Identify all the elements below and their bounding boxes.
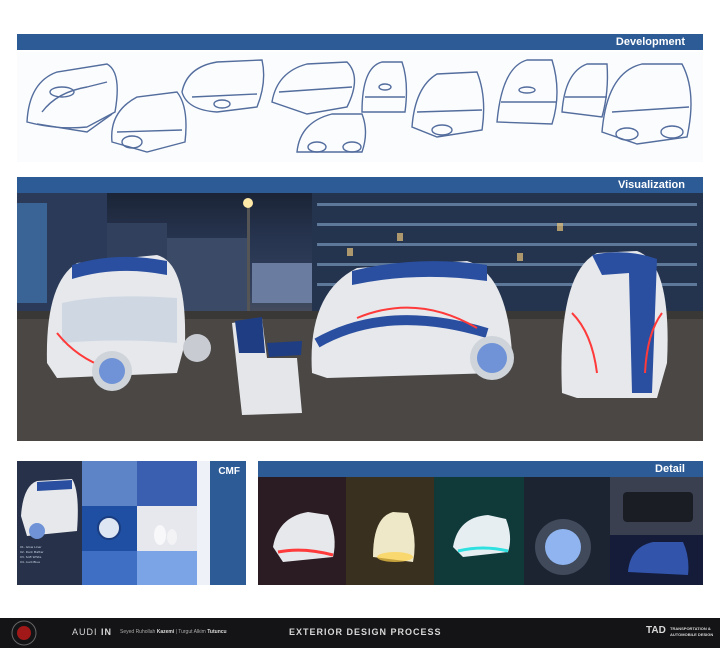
cmf-panel: 01. Glow Liner 02. Dark Matter 03. Soft … <box>17 461 246 585</box>
city-night-render <box>17 193 703 441</box>
footer-brand-suffix: IN <box>101 627 113 637</box>
detail-title: Detail <box>655 463 685 475</box>
footer-brand-name: AUDI <box>72 627 98 637</box>
visualization-title: Visualization <box>617 179 685 191</box>
cmf-side-bar: CMF <box>210 461 246 585</box>
sketch-drawings <box>26 59 692 153</box>
credit-separator: | <box>175 629 177 635</box>
development-sketches <box>17 52 703 162</box>
school-name: TRANSPORTATION & AUTOMOBILE DESIGN <box>670 626 713 638</box>
school-name-line: AUTOMOBILE DESIGN <box>670 632 714 637</box>
school-logo: TAD <box>646 625 666 636</box>
cmf-caption-line: 04. Audi Blue <box>20 560 41 564</box>
cmf-title: CMF <box>218 466 240 477</box>
visualization-header: Visualization <box>17 177 703 193</box>
footer-credits: Seyed Ruhollah Kazemi | Turgut Alkim Tut… <box>120 629 227 635</box>
advisor-name: Tutuncu <box>207 629 227 635</box>
advisor-prefix: Turgut Alkim <box>178 629 206 635</box>
detail-header: Detail <box>258 461 703 477</box>
detail-renders <box>258 477 703 585</box>
designer-name: Kazemi <box>156 629 175 635</box>
designer-prefix: Seyed Ruhollah <box>120 629 156 635</box>
detail-image-strip <box>258 477 703 585</box>
development-header: Development <box>17 34 703 50</box>
footer-brand: AUDI IN <box>72 627 112 637</box>
development-title: Development <box>615 36 685 48</box>
visualization-render <box>17 193 703 441</box>
audi-in-logo-icon <box>11 620 37 646</box>
cmf-mood-board <box>17 461 197 585</box>
footer-bar: AUDI IN Seyed Ruhollah Kazemi | Turgut A… <box>0 618 720 648</box>
footer-process-title: EXTERIOR DESIGN PROCESS <box>289 627 442 637</box>
cmf-caption: 01. Glow Liner 02. Dark Matter 03. Soft … <box>20 545 80 565</box>
